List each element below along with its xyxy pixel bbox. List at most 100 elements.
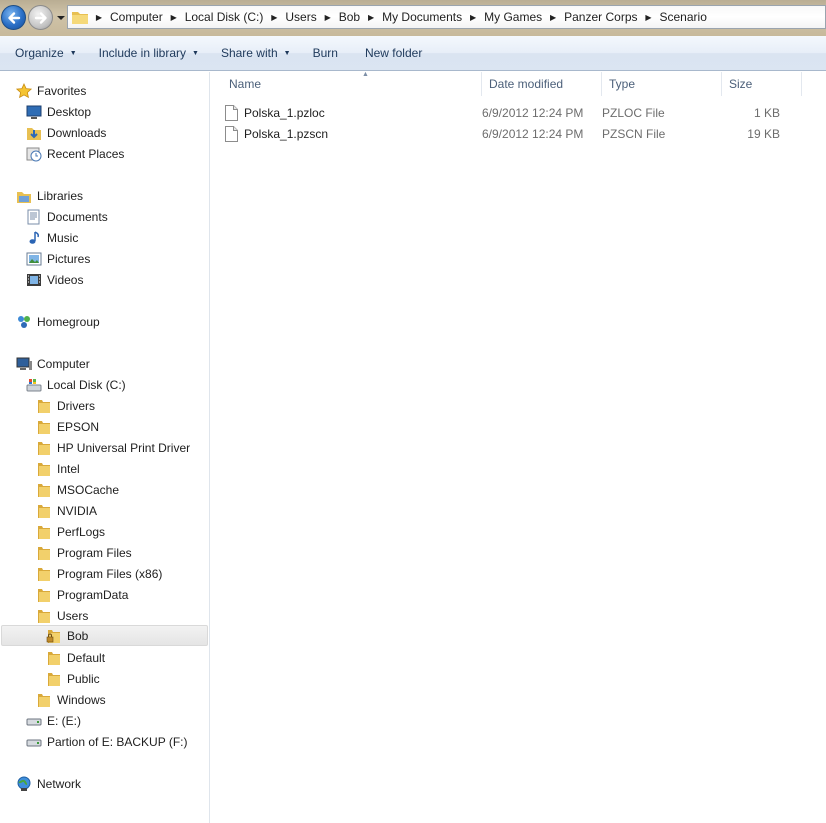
nav-folder-programdata[interactable]: ProgramData (36, 584, 128, 605)
nav-folder-windows[interactable]: Windows (36, 689, 106, 710)
documents-icon (27, 209, 40, 224)
include-in-library-button[interactable]: Include in library ▼ (91, 41, 207, 65)
nav-folder-label: Intel (57, 461, 80, 476)
nav-favorites[interactable]: Favorites (16, 80, 86, 101)
nav-folder-perflogs[interactable]: PerfLogs (36, 521, 105, 542)
recent-pages-dropdown[interactable] (56, 12, 66, 22)
breadcrumb-arrow-icon[interactable]: ▶ (267, 13, 281, 22)
back-arrow-icon (8, 12, 21, 24)
nav-homegroup-label: Homegroup (37, 314, 100, 329)
nav-computer[interactable]: Computer (16, 353, 90, 374)
nav-folder-hp-universal-print-driver[interactable]: HP Universal Print Driver (36, 437, 190, 458)
nav-folder-label: HP Universal Print Driver (57, 440, 191, 455)
folder-icon (38, 441, 50, 455)
breadcrumb-arrow-icon[interactable]: ▶ (321, 13, 335, 22)
breadcrumb-local-disk[interactable]: Local Disk (C:) (181, 10, 268, 24)
folder-icon (38, 567, 50, 581)
desktop-icon (26, 105, 42, 119)
burn-button[interactable]: Burn (305, 41, 346, 65)
organize-button[interactable]: Organize ▼ (7, 41, 85, 65)
network-globe-icon (17, 776, 31, 791)
nav-homegroup[interactable]: Homegroup (16, 311, 100, 332)
nav-libraries[interactable]: Libraries (16, 185, 83, 206)
nav-folder-label: EPSON (57, 419, 100, 434)
file-name-cell: Polska_1.pzloc (225, 105, 482, 121)
nav-folder-label: Program Files (x86) (57, 566, 163, 581)
forward-button[interactable] (28, 5, 53, 30)
folder-icon (38, 609, 50, 623)
nav-folder-label: PerfLogs (57, 524, 106, 539)
include-in-library-label: Include in library (98, 46, 187, 60)
breadcrumb-arrow-icon[interactable]: ▶ (642, 13, 656, 22)
nav-folder-nvidia[interactable]: NVIDIA (36, 500, 97, 521)
file-row[interactable]: Polska_1.pzscn 6/9/2012 12:24 PM PZSCN F… (225, 124, 805, 144)
file-row[interactable]: Polska_1.pzloc 6/9/2012 12:24 PM PZLOC F… (225, 103, 805, 123)
address-box[interactable]: ▶ Computer ▶ Local Disk (C:) ▶ Users ▶ B… (67, 5, 826, 29)
column-name[interactable]: Name ▲ (225, 71, 482, 96)
nav-videos[interactable]: Videos (26, 269, 83, 290)
folder-icon (38, 546, 50, 560)
nav-folder-label: ProgramData (57, 587, 129, 602)
folder-icon (48, 651, 60, 665)
nav-folder-msocache[interactable]: MSOCache (36, 479, 119, 500)
nav-folder-default[interactable]: Default (46, 647, 105, 668)
column-date-modified[interactable]: Date modified (482, 72, 602, 96)
recent-places-icon (26, 147, 42, 161)
nav-local-disk-c[interactable]: Local Disk (C:) (26, 374, 126, 395)
nav-network[interactable]: Network (16, 773, 81, 794)
breadcrumb-computer[interactable]: Computer (106, 10, 167, 24)
share-with-button[interactable]: Share with ▼ (213, 41, 299, 65)
breadcrumb-arrow-icon[interactable]: ▶ (466, 13, 480, 22)
nav-documents[interactable]: Documents (26, 206, 108, 227)
breadcrumb-arrow-icon[interactable]: ▶ (92, 13, 106, 22)
file-size: 19 KB (747, 127, 780, 141)
back-button[interactable] (1, 5, 26, 30)
chevron-down-icon: ▼ (283, 49, 291, 57)
nav-recent-places[interactable]: Recent Places (26, 143, 124, 164)
chevron-down-icon: ▼ (192, 49, 199, 57)
sort-ascending-icon: ▲ (362, 71, 369, 78)
nav-folder-program-files-x86[interactable]: Program Files (x86) (36, 563, 162, 584)
column-type[interactable]: Type (602, 72, 722, 96)
star-icon (16, 82, 32, 98)
locked-folder-icon (46, 629, 60, 643)
nav-pictures[interactable]: Pictures (26, 248, 90, 269)
breadcrumb-bob[interactable]: Bob (335, 10, 364, 24)
nav-folder-program-files[interactable]: Program Files (36, 542, 132, 563)
file-type: PZSCN File (602, 127, 666, 141)
nav-drive-e[interactable]: E: (E:) (26, 710, 81, 731)
column-type-label: Type (609, 77, 636, 91)
breadcrumb-scenario[interactable]: Scenario (656, 10, 711, 24)
breadcrumb-arrow-icon[interactable]: ▶ (546, 13, 560, 22)
breadcrumb-my-documents[interactable]: My Documents (378, 10, 466, 24)
folder-icon (38, 588, 50, 602)
chevron-down-icon: ▼ (69, 49, 77, 57)
command-bar: Organize ▼ Include in library ▼ Share with… (0, 36, 826, 71)
breadcrumb-arrow-icon[interactable]: ▶ (364, 13, 378, 22)
nav-folder-public[interactable]: Public (46, 668, 100, 689)
nav-folder-intel[interactable]: Intel (36, 458, 80, 479)
nav-music[interactable]: Music (26, 227, 78, 248)
nav-folder-epson[interactable]: EPSON (36, 416, 99, 437)
folder-icon (38, 483, 50, 497)
nav-drive-f-label: Partion of E: BACKUP (F:) (47, 734, 188, 749)
nav-folder-users[interactable]: Users (36, 605, 88, 626)
nav-folder-bob[interactable]: Bob (1, 625, 208, 646)
new-folder-button[interactable]: New folder (357, 41, 430, 65)
nav-drive-f[interactable]: Partion of E: BACKUP (F:) (26, 731, 188, 752)
libraries-icon (17, 191, 31, 203)
navigation-pane: Favorites Desktop Downloads Recent Place… (0, 72, 210, 823)
nav-desktop[interactable]: Desktop (26, 101, 91, 122)
chevron-down-icon (57, 16, 65, 20)
nav-folder-label: Drivers (57, 398, 95, 413)
breadcrumb-arrow-icon[interactable]: ▶ (167, 13, 181, 22)
breadcrumb-users[interactable]: Users (281, 10, 320, 24)
nav-folder-label: Windows (57, 692, 106, 707)
nav-downloads[interactable]: Downloads (26, 122, 106, 143)
column-size-label: Size (729, 77, 753, 91)
nav-folder-drivers[interactable]: Drivers (36, 395, 95, 416)
breadcrumb-panzer-corps[interactable]: Panzer Corps (560, 10, 641, 24)
breadcrumb-my-games[interactable]: My Games (480, 10, 546, 24)
drive-icon (26, 718, 42, 725)
column-size[interactable]: Size (722, 72, 802, 96)
